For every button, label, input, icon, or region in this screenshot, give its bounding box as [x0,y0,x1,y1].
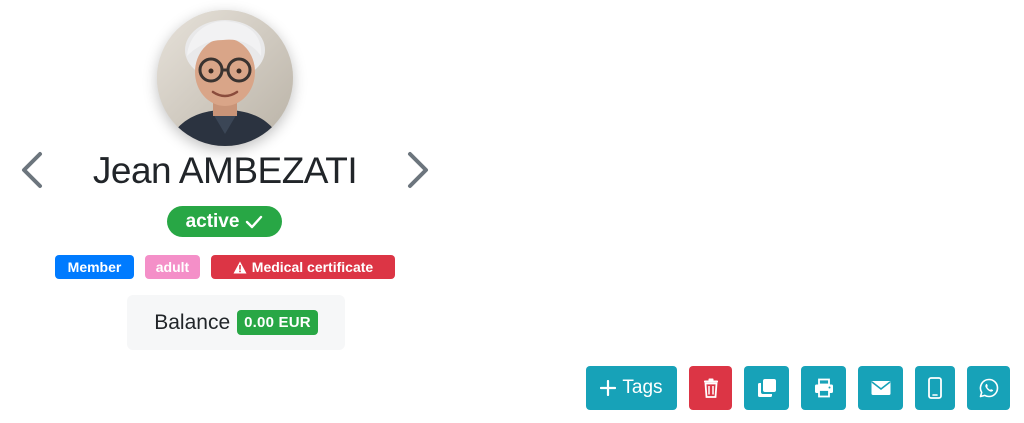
email-button[interactable] [858,366,903,410]
balance-value: 0.00 EUR [237,310,318,335]
balance-panel: Balance 0.00 EUR [127,295,345,350]
print-button[interactable] [801,366,846,410]
status-badge: active [167,206,282,237]
envelope-icon [871,381,890,395]
chevron-left-icon [22,152,42,188]
tag-label: adult [155,259,190,275]
plus-icon [600,380,617,396]
whatsapp-icon [979,378,998,398]
trash-icon [703,378,718,398]
tag-adult: adult [145,255,200,279]
previous-member-button[interactable] [18,150,46,190]
add-tags-button[interactable]: Tags [586,366,677,410]
tag-medical-certificate: Medical certificate [211,255,395,279]
delete-button[interactable] [689,366,732,410]
warning-icon [233,261,247,273]
add-tags-label: Tags [622,377,663,398]
chevron-right-icon [408,152,428,188]
mobile-phone-icon [928,377,942,399]
avatar-photo [157,10,293,146]
member-name: Jean AMBEZATI [92,150,358,191]
status-label: active [185,210,240,232]
printer-icon [814,378,833,398]
tag-member: Member [55,255,134,279]
tag-label: Medical certificate [251,259,374,275]
member-profile-card: Jean AMBEZATI active Member adult Medica… [0,0,1024,423]
next-member-button[interactable] [404,150,432,190]
duplicate-button[interactable] [744,366,789,410]
whatsapp-button[interactable] [967,366,1010,410]
check-icon [246,215,263,228]
balance-label: Balance [154,310,231,334]
avatar [157,10,293,146]
sms-button[interactable] [915,366,955,410]
tag-label: Member [67,259,122,275]
copy-icon [757,379,776,397]
